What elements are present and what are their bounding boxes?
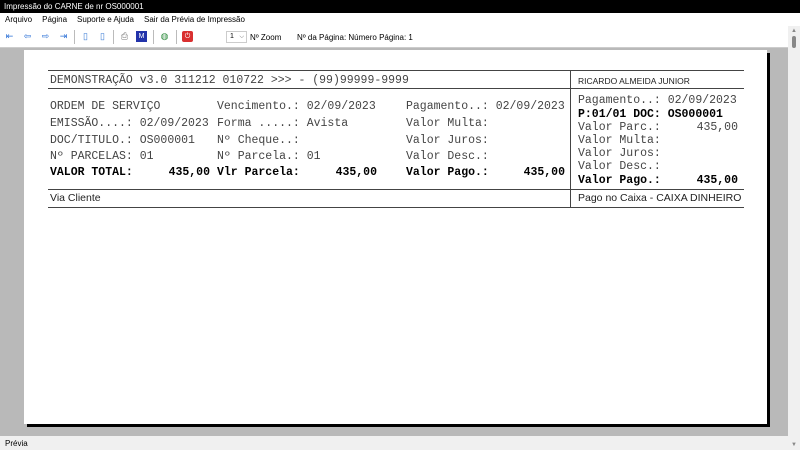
stub-caixa: Pago no Caixa - CAIXA DINHEIRO	[578, 192, 742, 204]
menu-bar: Arquivo Página Suporte e Ajuda Sair da P…	[0, 13, 800, 26]
menu-arquivo[interactable]: Arquivo	[5, 15, 32, 24]
prev-page-icon[interactable]: ⇦	[22, 31, 33, 42]
header-text: DEMONSTRAÇÃO v3.0 311212 010722 >>> - (9…	[50, 74, 409, 87]
stub-juros: Valor Juros:	[578, 147, 661, 160]
pago-label: Valor Pago.:	[406, 166, 489, 179]
zoom-value: 1	[230, 33, 234, 40]
export-icon[interactable]: M	[136, 31, 147, 42]
divider	[48, 70, 744, 71]
row-0-col-2: Pagamento..: 02/09/2023	[406, 100, 565, 113]
web-icon[interactable]: ◍	[159, 31, 170, 42]
stub-parc-value: 435,00	[696, 121, 738, 134]
row-2-col-2: Valor Juros:	[406, 134, 489, 147]
stub-desc: Valor Desc.:	[578, 160, 661, 173]
window-title: Impressão do CARNE de nr OS000001	[0, 0, 800, 13]
close-icon[interactable]: ⏻	[182, 31, 193, 42]
total-value: 435,00	[168, 166, 210, 179]
zoom-label: Nº Zoom	[250, 33, 282, 42]
row-1-col-2: Valor Multa:	[406, 117, 489, 130]
first-page-icon[interactable]: ⇤	[4, 31, 15, 42]
stub-doc: P:01/01 DOC: OS000001	[578, 108, 723, 121]
scroll-up-icon[interactable]: ▲	[791, 28, 797, 34]
stub-pagamento: Pagamento..: 02/09/2023	[578, 94, 737, 107]
scroll-down-icon[interactable]: ▼	[791, 442, 797, 448]
row-0-col-0: ORDEM DE SERVIÇO	[50, 100, 161, 113]
via-cliente: Via Cliente	[50, 192, 101, 204]
row-0-col-1: Vencimento.: 02/09/2023	[217, 100, 376, 113]
stub-multa: Valor Multa:	[578, 134, 661, 147]
two-pages-icon[interactable]: ▯	[97, 31, 108, 42]
page-number-label: Nº da Página: Número Página: 1	[297, 33, 413, 42]
parcela-value: 435,00	[335, 166, 377, 179]
single-page-icon[interactable]: ▯	[80, 31, 91, 42]
row-2-col-1: Nº Cheque..:	[217, 134, 300, 147]
next-page-icon[interactable]: ⇨	[40, 31, 51, 42]
customer-name: RICARDO ALMEIDA JUNIOR	[578, 76, 690, 86]
print-icon[interactable]: ⎙	[119, 31, 130, 42]
vertical-scrollbar[interactable]: ▲ ▼	[788, 26, 800, 450]
preview-area: DEMONSTRAÇÃO v3.0 311212 010722 >>> - (9…	[0, 48, 788, 436]
scroll-thumb[interactable]	[792, 36, 796, 48]
divider	[48, 207, 744, 208]
row-2-col-0: DOC/TITULO.: OS000001	[50, 134, 195, 147]
divider	[570, 70, 571, 207]
separator	[113, 30, 114, 44]
last-page-icon[interactable]: ⇥	[58, 31, 69, 42]
row-3-col-0: Nº PARCELAS: 01	[50, 150, 154, 163]
divider	[48, 189, 744, 190]
stub-parc-label: Valor Parc.:	[578, 121, 661, 134]
row-1-col-1: Forma .....: Avista	[217, 117, 349, 130]
separator	[176, 30, 177, 44]
parcela-label: Vlr Parcela:	[217, 166, 300, 179]
menu-pagina[interactable]: Página	[42, 15, 67, 24]
row-3-col-1: Nº Parcela.: 01	[217, 150, 321, 163]
pago-value: 435,00	[523, 166, 565, 179]
report-page: DEMONSTRAÇÃO v3.0 311212 010722 >>> - (9…	[24, 50, 767, 424]
stub-pago-label: Valor Pago.:	[578, 174, 661, 187]
total-label: VALOR TOTAL:	[50, 166, 133, 179]
menu-suporte[interactable]: Suporte e Ajuda	[77, 15, 134, 24]
menu-sair[interactable]: Sair da Prévia de Impressão	[144, 15, 245, 24]
stub-pago-value: 435,00	[696, 174, 738, 187]
separator	[153, 30, 154, 44]
separator	[74, 30, 75, 44]
chevron-down-icon: ⌵	[239, 34, 244, 40]
status-bar: Prévia	[0, 436, 788, 450]
row-1-col-0: EMISSÃO....: 02/09/2023	[50, 117, 209, 130]
zoom-select[interactable]: 1 ⌵	[226, 31, 247, 43]
row-3-col-2: Valor Desc.:	[406, 150, 489, 163]
toolbar: ⇤ ⇦ ⇨ ⇥ ▯ ▯ ⎙ M ◍ ⏻ 1 ⌵ Nº Zoom Nº da Pág…	[0, 26, 790, 48]
divider	[48, 88, 744, 89]
